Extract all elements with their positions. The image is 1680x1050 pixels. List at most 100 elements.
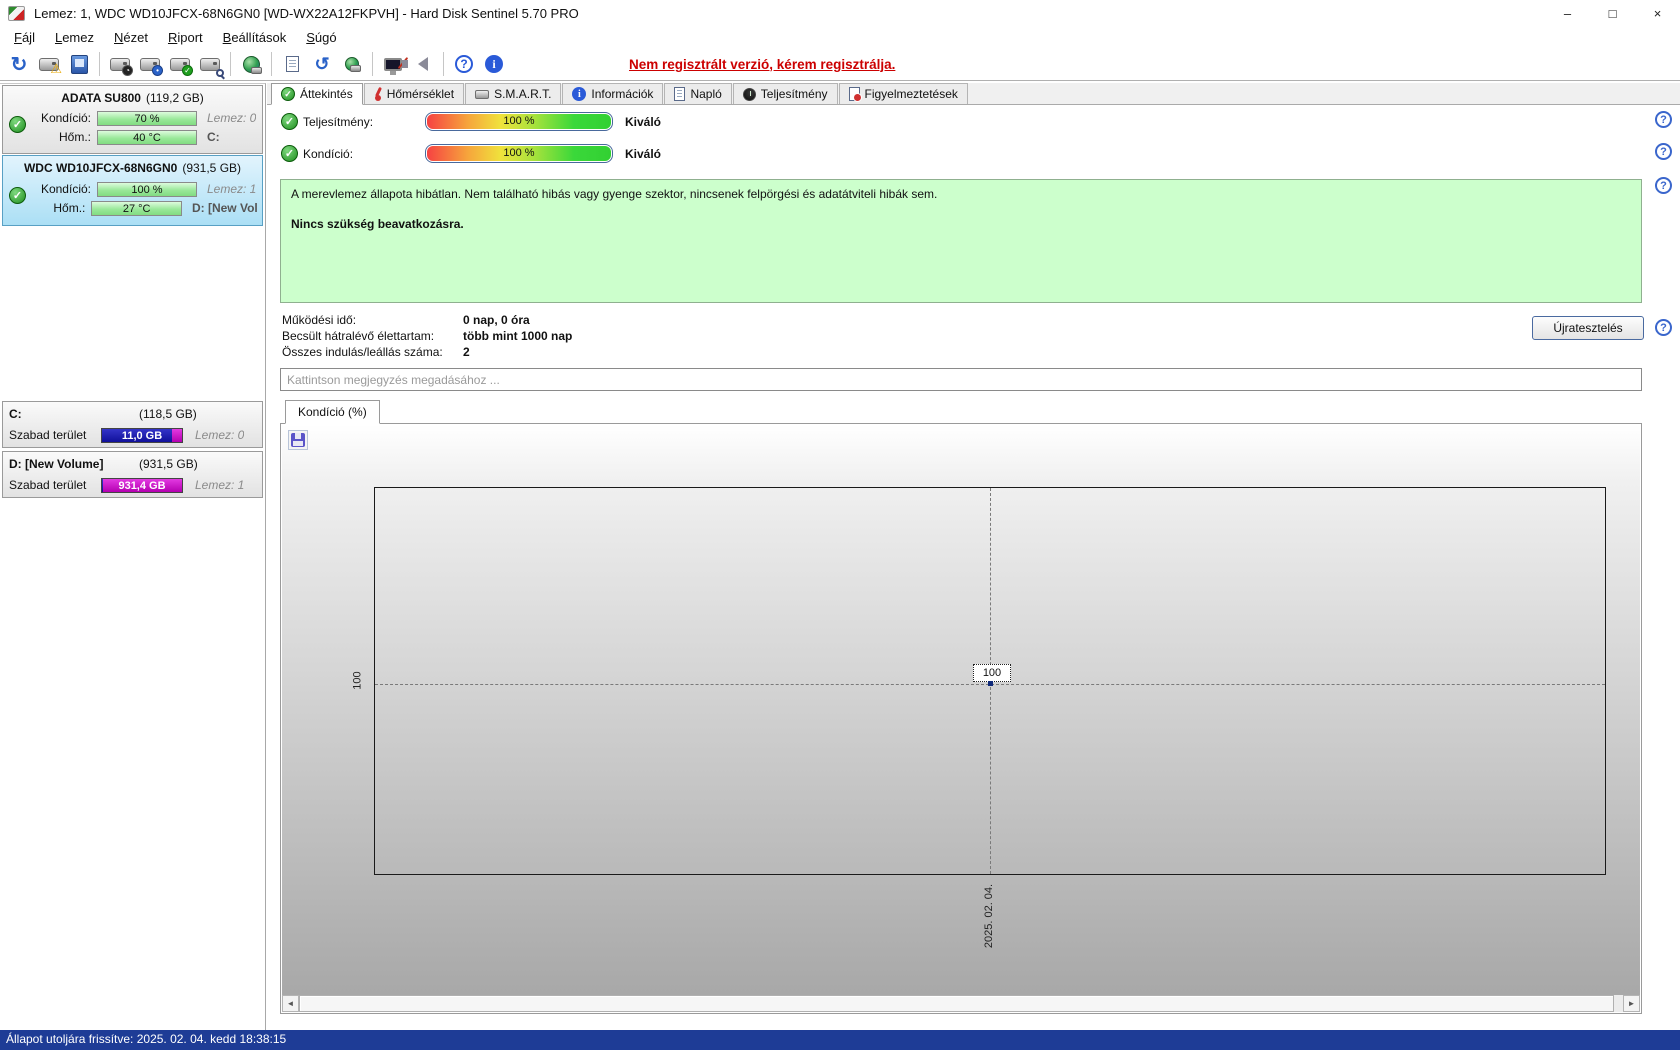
- disk-name: WDC WD10JFCX-68N6GN0: [23, 161, 178, 175]
- toolbar-separator: [230, 52, 231, 76]
- partition-name: C:: [9, 407, 22, 421]
- sync-icon[interactable]: ↺: [307, 50, 337, 78]
- toolbar-separator: [443, 52, 444, 76]
- disk-number: Lemez: 1: [195, 478, 245, 492]
- stat-value: több mint 1000 nap: [463, 329, 573, 343]
- chart-plot-area[interactable]: 100: [374, 487, 1606, 875]
- tab-alerts[interactable]: Figyelmeztetések: [838, 83, 968, 104]
- help-icon[interactable]: ?: [1655, 319, 1672, 336]
- save-icon: [291, 433, 305, 447]
- comment-input[interactable]: [280, 368, 1642, 391]
- menu-disk[interactable]: Lemez: [45, 28, 104, 47]
- disk-health-icon[interactable]: ✓: [165, 50, 195, 78]
- stats-block: Működési idő: 0 nap, 0 óra Becsült hátral…: [282, 313, 782, 361]
- disk-number: Lemez: 0: [207, 111, 257, 125]
- toolbar-separator: [99, 52, 100, 76]
- document-icon: [674, 87, 686, 101]
- temperature-bar: 27 °C: [91, 200, 182, 216]
- stat-value: 2: [463, 345, 470, 359]
- condition-bar: 100 %: [425, 144, 613, 163]
- temperature-label: Hőm.:: [53, 201, 86, 215]
- disk-volume: D: [New Volu: [191, 201, 258, 215]
- menu-report[interactable]: Riport: [158, 28, 213, 47]
- tab-information[interactable]: i Információk: [562, 83, 664, 104]
- report-clipboard-icon[interactable]: [277, 50, 307, 78]
- partition-card-d[interactable]: D: [New Volume] (931,5 GB) Szabad terület…: [2, 451, 263, 498]
- menu-file[interactable]: Fájl: [4, 28, 45, 47]
- performance-rating: Kiváló: [625, 115, 662, 129]
- partition-size: (931,5 GB): [139, 457, 198, 471]
- info-icon: i: [572, 87, 587, 101]
- disk-analyze-icon[interactable]: [195, 50, 225, 78]
- menu-settings[interactable]: Beállítások: [213, 28, 297, 47]
- condition-label: Kondíció:: [303, 147, 354, 161]
- help-icon[interactable]: ?: [1655, 177, 1672, 194]
- disk-volume: C:: [207, 130, 220, 144]
- thermometer-icon: [374, 87, 382, 101]
- check-circle-icon: ✓: [281, 113, 298, 130]
- free-space-bar: 11,0 GB: [101, 427, 183, 443]
- help-icon[interactable]: ?: [1655, 143, 1672, 160]
- info-icon[interactable]: i: [479, 50, 509, 78]
- disk-card-adata[interactable]: ADATA SU800 (119,2 GB) ✓ Kondíció: 70 % L…: [2, 85, 263, 154]
- status-text: A merevlemez állapota hibátlan. Nem talá…: [291, 187, 938, 201]
- data-point-label: 100: [973, 664, 1011, 682]
- disk-temperature-icon[interactable]: •: [135, 50, 165, 78]
- minimize-button[interactable]: –: [1545, 0, 1590, 26]
- status-bar-text: Állapot utoljára frissítve: 2025. 02. 04…: [6, 1032, 287, 1046]
- tab-overview[interactable]: ✓ Áttekintés: [271, 83, 363, 105]
- help-icon[interactable]: ?: [1655, 111, 1672, 128]
- chart-canvas[interactable]: 100 100 2025. 02. 04.: [282, 425, 1640, 995]
- disk-monitor-icon[interactable]: [64, 50, 94, 78]
- disk-performance-icon[interactable]: ◔: [105, 50, 135, 78]
- retest-button[interactable]: Újratesztelés: [1532, 316, 1644, 340]
- tab-log[interactable]: Napló: [664, 83, 732, 104]
- tab-performance[interactable]: Teljesítmény: [732, 83, 838, 104]
- condition-chart-tab[interactable]: Kondíció (%): [285, 400, 380, 424]
- scrollbar-thumb[interactable]: [299, 995, 1614, 1012]
- tab-temperature[interactable]: Hőmérséklet: [363, 83, 465, 104]
- menu-help[interactable]: Súgó: [296, 28, 346, 47]
- temperature-bar: 40 °C: [97, 129, 197, 145]
- condition-rating: Kiváló: [625, 147, 662, 161]
- condition-bar: 100 %: [97, 181, 197, 197]
- check-circle-icon: ✓: [281, 87, 295, 101]
- partition-size: (118,5 GB): [139, 407, 197, 421]
- temperature-label: Hőm.:: [58, 130, 91, 144]
- status-bar: Állapot utoljára frissítve: 2025. 02. 04…: [0, 1030, 1680, 1050]
- titlebar: Lemez: 1, WDC WD10JFCX-68N6GN0 [WD-WX22A…: [0, 0, 1680, 26]
- y-axis-tick: 100: [351, 671, 364, 690]
- refresh-icon[interactable]: ↻: [4, 50, 34, 78]
- help-icon[interactable]: ?: [449, 50, 479, 78]
- disk-warning-icon[interactable]: ⚠: [34, 50, 64, 78]
- sound-icon[interactable]: [402, 50, 438, 78]
- condition-label: Kondíció:: [40, 182, 91, 196]
- toolbar-separator: [271, 52, 272, 76]
- stat-label: Működési idő:: [282, 313, 357, 327]
- register-notice-link[interactable]: Nem regisztrált verzió, kérem regisztrál…: [629, 57, 895, 72]
- disk-card-wdc-selected[interactable]: WDC WD10JFCX-68N6GN0 (931,5 GB) ✓ Kondíci…: [2, 155, 263, 226]
- partition-card-c[interactable]: C: (118,5 GB) Szabad terület 11,0 GB Leme…: [2, 401, 263, 448]
- check-circle-icon: ✓: [281, 145, 298, 162]
- health-check-icon: ✓: [9, 116, 26, 133]
- online-disk-icon[interactable]: [236, 50, 266, 78]
- scroll-right-icon[interactable]: ►: [1623, 995, 1640, 1012]
- scroll-left-icon[interactable]: ◄: [282, 995, 299, 1012]
- stat-label: Összes indulás/leállás száma:: [282, 345, 443, 359]
- maximize-button[interactable]: □: [1590, 0, 1635, 26]
- save-chart-button[interactable]: [288, 430, 308, 450]
- tab-strip: ✓ Áttekintés Hőmérséklet S.M.A.R.T. i Info…: [267, 83, 1680, 105]
- disk-name: ADATA SU800: [61, 91, 141, 105]
- tab-smart[interactable]: S.M.A.R.T.: [465, 83, 562, 104]
- stat-label: Becsült hátralévő élettartam:: [282, 329, 435, 343]
- condition-label: Kondíció:: [40, 111, 91, 125]
- chart-horizontal-scrollbar[interactable]: ◄ ►: [282, 995, 1640, 1012]
- toolbar-separator: [372, 52, 373, 76]
- menu-view[interactable]: Nézet: [104, 28, 158, 47]
- partition-name: D: [New Volume]: [9, 457, 104, 471]
- free-space-label: Szabad terület: [9, 428, 87, 442]
- web-report-icon[interactable]: [337, 50, 367, 78]
- status-advice: Nincs szükség beavatkozásra.: [291, 217, 464, 231]
- close-button[interactable]: ×: [1635, 0, 1680, 26]
- health-status-box: A merevlemez állapota hibátlan. Nem talá…: [280, 179, 1642, 303]
